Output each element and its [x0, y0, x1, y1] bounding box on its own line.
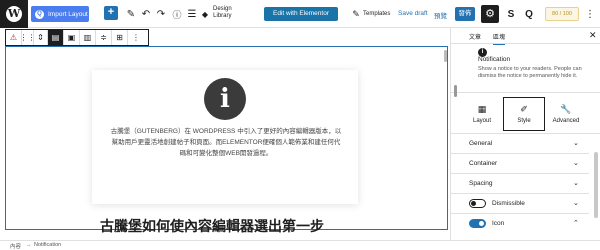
- design-library-button[interactable]: Design Library: [213, 6, 232, 20]
- top-toolbar: W Q Import Layout + ✎ ↶ ↷ ⓘ ☰ ◆ Design L…: [0, 0, 600, 28]
- block-toolbar: ⚠ ⋮⋮ ⇕ ▤ ▣ ▥ ≑ ⊞ ⋮: [5, 29, 149, 46]
- list-view-icon[interactable]: ☰: [186, 6, 198, 22]
- plugin-q-icon[interactable]: Q: [523, 6, 535, 22]
- breadcrumb-current[interactable]: Notification: [34, 242, 61, 248]
- settings-sidebar: 文章 區塊 ✕ i Notification Show a notice to …: [450, 28, 600, 240]
- panel-dismissible-label: Dismissible: [492, 200, 525, 207]
- editor-canvas: ⚠ ⋮⋮ ⇕ ▤ ▣ ▥ ≑ ⊞ ⋮ i 古騰堡（GUTENBERG）在 WOR…: [0, 28, 450, 240]
- import-layout-button[interactable]: Q Import Layout: [31, 6, 89, 22]
- align-center-icon[interactable]: ▣: [64, 30, 80, 45]
- block-card: i Notification Show a notice to your rea…: [451, 45, 600, 97]
- notification-text[interactable]: 古騰堡（GUTENBERG）在 WORDPRESS 中引入了更好的內容編輯器版本…: [110, 126, 342, 159]
- tab-style-label: Style: [517, 118, 531, 124]
- drag-handle-icon[interactable]: ⋮⋮: [20, 30, 36, 45]
- breadcrumb-root[interactable]: 內容: [10, 242, 21, 250]
- block-options-icon[interactable]: ⋮: [128, 30, 144, 45]
- panel-icon-label: Icon: [492, 220, 505, 227]
- dismissible-toggle[interactable]: [469, 199, 486, 208]
- design-library-label-1: Design: [213, 6, 232, 12]
- block-title: Notification: [478, 56, 511, 63]
- tab-layout-label: Layout: [472, 118, 491, 124]
- block-breadcrumb: 內容 → Notification: [0, 240, 600, 250]
- panel-general[interactable]: General ⌄: [451, 134, 589, 154]
- add-block-button[interactable]: +: [104, 6, 118, 20]
- templates-icon[interactable]: ✎: [350, 6, 362, 22]
- design-library-icon[interactable]: ◆: [199, 6, 211, 22]
- panel-spacing[interactable]: Spacing ⌄: [451, 174, 589, 194]
- sidebar-tabs: 文章 區塊 ✕: [451, 28, 600, 45]
- tab-block[interactable]: 區塊: [493, 32, 506, 45]
- icon-toggle[interactable]: [469, 219, 486, 228]
- width-icon[interactable]: ⊞: [112, 30, 128, 45]
- chevron-down-icon: ⌄: [573, 200, 579, 207]
- chevron-down-icon: ⌄: [573, 180, 579, 187]
- more-options-icon[interactable]: ⋮: [585, 6, 595, 22]
- edit-with-elementor-button[interactable]: Edit with Elementor: [264, 7, 338, 21]
- redo-icon[interactable]: ↷: [155, 6, 167, 22]
- import-layout-label: Import Layout: [48, 10, 88, 18]
- brush-icon: ✐: [520, 104, 528, 114]
- wrench-icon: 🔧: [560, 104, 572, 114]
- panel-icon[interactable]: Icon ⌃: [451, 214, 589, 234]
- tab-style[interactable]: ✐ Style: [503, 97, 545, 131]
- settings-gear-icon[interactable]: ⚙: [481, 5, 499, 23]
- undo-icon[interactable]: ↶: [140, 6, 152, 22]
- panel-container-label: Container: [469, 160, 498, 167]
- import-layout-icon: Q: [35, 9, 44, 19]
- plugin-s-icon[interactable]: S: [505, 6, 517, 22]
- tab-layout[interactable]: ▦ Layout: [461, 97, 503, 131]
- sidebar-scrollbar[interactable]: [594, 152, 598, 218]
- tab-advanced-label: Advanced: [552, 118, 580, 124]
- preview-link[interactable]: 預覽: [434, 10, 447, 20]
- panel-container[interactable]: Container ⌄: [451, 154, 589, 174]
- publish-button[interactable]: 發佈: [455, 7, 475, 21]
- pencil-icon[interactable]: ✎: [125, 6, 137, 22]
- breadcrumb-separator: →: [26, 242, 32, 248]
- wordpress-logo-icon[interactable]: W: [0, 0, 28, 28]
- save-draft-link[interactable]: Save draft: [398, 10, 428, 17]
- layout-icon: ▦: [477, 104, 487, 114]
- align-left-icon[interactable]: ▤: [48, 30, 64, 45]
- panel-dismissible[interactable]: Dismissible ⌄: [451, 194, 589, 214]
- panel-spacing-label: Spacing: [469, 180, 493, 187]
- close-sidebar-icon[interactable]: ✕: [589, 30, 597, 41]
- tab-post[interactable]: 文章: [469, 32, 481, 41]
- seo-score-badge[interactable]: 80 / 100: [545, 7, 579, 21]
- canvas-scrollbar[interactable]: [444, 50, 447, 62]
- notification-info-icon: i: [204, 78, 246, 120]
- move-up-down-icon[interactable]: ⇕: [34, 30, 48, 45]
- seo-score-label: 80 / 100: [552, 11, 572, 17]
- chevron-down-icon: ⌄: [573, 160, 579, 167]
- chevron-down-icon: ⌄: [573, 140, 579, 147]
- notification-card[interactable]: i 古騰堡（GUTENBERG）在 WORDPRESS 中引入了更好的內容編輯器…: [92, 70, 358, 204]
- design-library-label-2: Library: [213, 13, 232, 19]
- align-full-icon[interactable]: ≑: [96, 30, 112, 45]
- chevron-up-icon: ⌃: [573, 220, 579, 227]
- templates-button[interactable]: Templates: [363, 11, 390, 17]
- block-style-tabs: ▦ Layout ✐ Style 🔧 Advanced: [451, 94, 600, 134]
- align-right-icon[interactable]: ▥: [80, 30, 96, 45]
- info-icon[interactable]: ⓘ: [171, 6, 183, 22]
- block-description: Show a notice to your readers. People ca…: [478, 66, 582, 79]
- panel-general-label: General: [469, 140, 493, 147]
- tab-advanced[interactable]: 🔧 Advanced: [545, 97, 587, 131]
- content-heading[interactable]: 古騰堡如何使內容編輯器選出第一步: [100, 216, 324, 236]
